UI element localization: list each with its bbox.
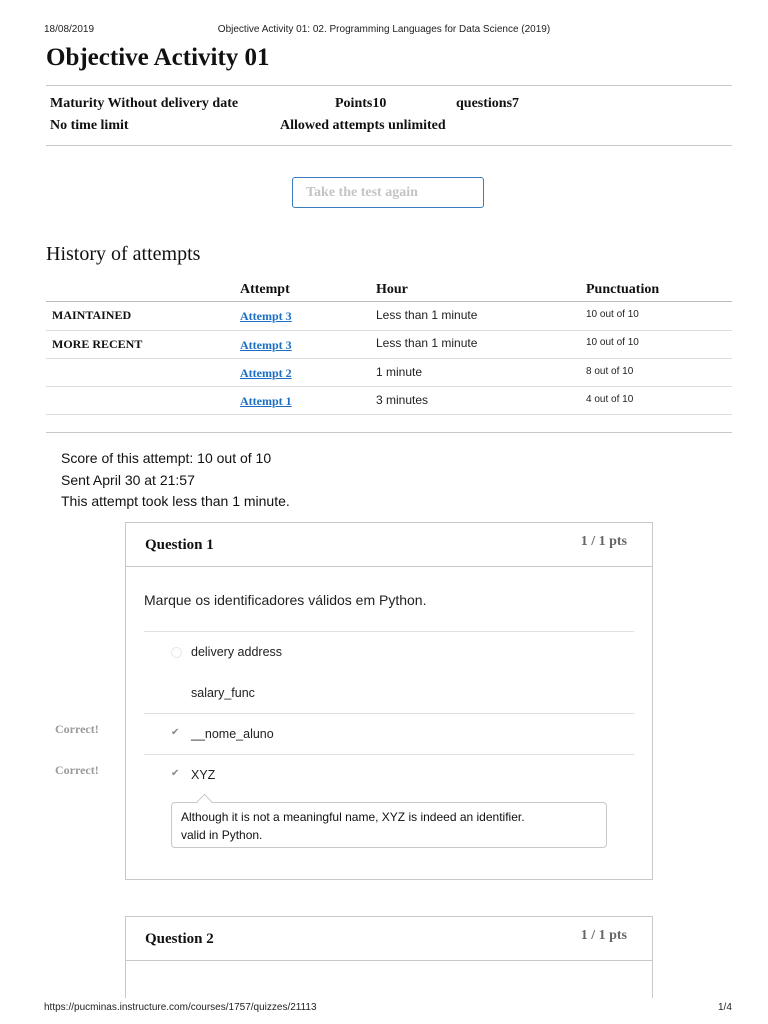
attempt-duration-text: This attempt took less than 1 minute.: [61, 493, 290, 509]
print-header-title: Objective Activity 01: 02. Programming L…: [217, 24, 551, 35]
answer-divider: [144, 713, 634, 714]
attempts-info: Allowed attempts unlimited: [280, 118, 446, 133]
meta-divider: [46, 145, 732, 146]
attempt-score: 8 out of 10: [586, 366, 634, 377]
column-header-attempt: Attempt: [240, 282, 290, 297]
correct-label: Correct!: [55, 722, 99, 736]
attempt-hour: 1 minute: [376, 365, 423, 379]
question-points: 1 / 1 pts: [580, 928, 627, 943]
question-card: Question 2 1 / 1 pts: [125, 916, 653, 998]
title-divider: [46, 85, 732, 86]
attempt-sent-text: Sent April 30 at 21:57: [61, 472, 195, 488]
row-label-more-recent: MORE RECENT: [52, 337, 143, 351]
attempt-link[interactable]: Attempt 1: [240, 394, 292, 409]
time-limit-info: No time limit: [50, 118, 129, 133]
print-page-number: 1/4: [718, 1002, 732, 1013]
question-header: Question 2 1 / 1 pts: [126, 917, 652, 961]
attempt-score: 10 out of 10: [586, 337, 639, 348]
checkmark-icon: ✔: [171, 727, 180, 738]
question-points: 1 / 1 pts: [580, 534, 627, 549]
question-header: Question 1 1 / 1 pts: [126, 523, 652, 567]
page-title: Objective Activity 01: [46, 44, 270, 71]
attempt-link[interactable]: Attempt 3: [240, 309, 292, 324]
answer-option: salary_func: [191, 686, 255, 700]
table-row-divider: [46, 414, 732, 415]
correct-label: Correct!: [55, 763, 99, 777]
maturity-info: Maturity Without delivery date: [50, 96, 239, 111]
answer-option: XYZ: [191, 768, 216, 782]
answer-divider: [144, 754, 634, 755]
comment-line: Although it is not a meaningful name, XY…: [181, 810, 525, 824]
table-row-divider: [46, 330, 732, 331]
answer-radio[interactable]: [171, 647, 182, 658]
answer-option: __nome_aluno: [191, 727, 274, 741]
take-test-again-button[interactable]: Take the test again: [292, 177, 484, 208]
answer-option: delivery address: [191, 645, 283, 659]
answer-divider: [144, 631, 634, 632]
question-title: Question 2: [145, 931, 214, 947]
points-info: Points10: [335, 96, 387, 111]
history-title: History of attempts: [46, 243, 201, 265]
column-header-hour: Hour: [376, 282, 408, 297]
table-row-divider: [46, 386, 732, 387]
table-row-divider: [46, 358, 732, 359]
attempt-hour: Less than 1 minute: [376, 336, 478, 350]
question-title: Question 1: [145, 537, 214, 553]
print-footer-url: https://pucminas.instructure.com/courses…: [44, 1002, 317, 1013]
row-label-maintained: MAINTAINED: [52, 308, 132, 322]
answer-comment: Although it is not a meaningful name, XY…: [171, 802, 607, 848]
attempt-score-text: Score of this attempt: 10 out of 10: [61, 450, 272, 466]
comment-line: valid in Python.: [181, 828, 263, 842]
attempt-link[interactable]: Attempt 2: [240, 366, 292, 381]
attempt-link[interactable]: Attempt 3: [240, 338, 292, 353]
attempt-score: 4 out of 10: [586, 394, 634, 405]
column-header-punctuation: Punctuation: [586, 282, 660, 297]
attempt-score: 10 out of 10: [586, 309, 639, 320]
attempt-hour: Less than 1 minute: [376, 308, 478, 322]
checkmark-icon: ✔: [171, 768, 180, 779]
attempt-hour: 3 minutes: [376, 393, 429, 407]
questions-info: questions7: [456, 96, 520, 111]
history-divider: [46, 432, 732, 433]
question-text: Marque os identificadores válidos em Pyt…: [144, 592, 427, 608]
table-header-divider: [46, 301, 732, 302]
